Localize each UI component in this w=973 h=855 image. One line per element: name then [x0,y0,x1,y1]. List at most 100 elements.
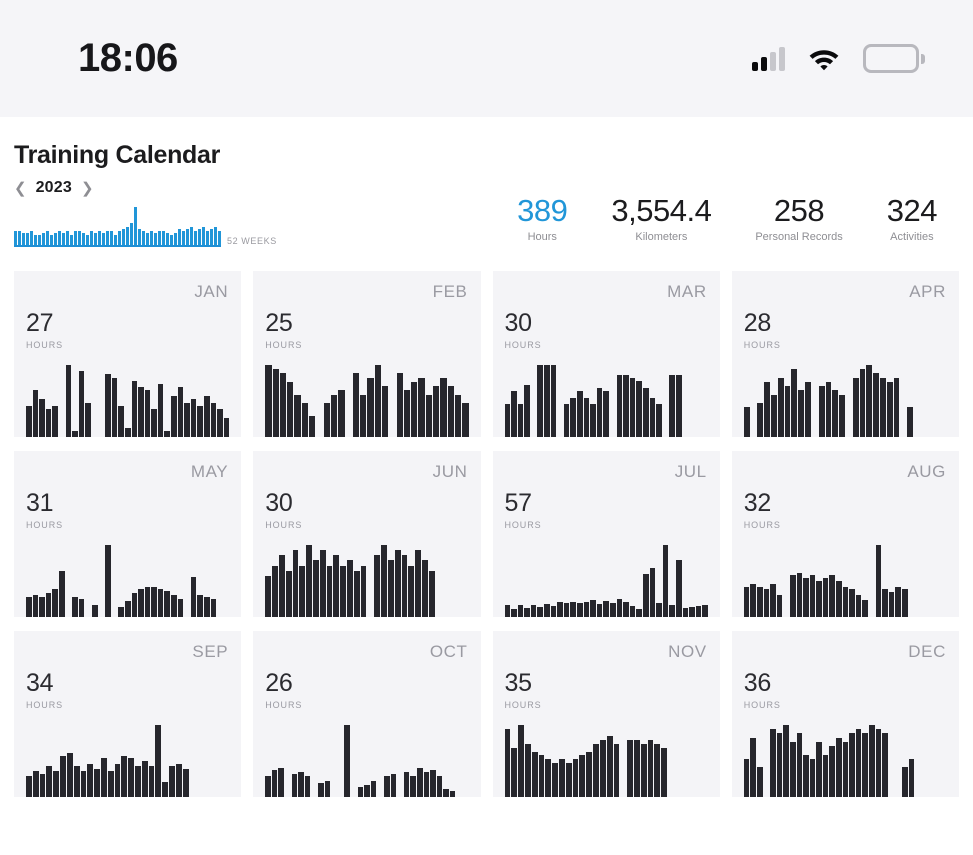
chevron-left-icon[interactable]: ❮ [14,181,27,196]
day-bar [403,390,411,437]
stat-kilometers[interactable]: 3,554.4 Kilometers [589,195,733,243]
day-bar [169,766,175,797]
day-bar [32,595,39,617]
day-bar [550,365,557,437]
month-card-jan[interactable]: JAN 27 HOURS [14,271,242,437]
day-bar [524,607,530,617]
day-bar [577,391,583,437]
day-bar [197,595,204,617]
month-card-sep[interactable]: SEP 34 HOURS [14,631,242,797]
day-bar [770,583,776,617]
month-card-aug[interactable]: AUG 32 HOURS [731,451,959,617]
day-bar [128,758,134,797]
day-bar [114,763,121,797]
week-bar [74,231,77,245]
month-card-dec[interactable]: DEC 36 HOURS [731,631,959,797]
day-bar [78,371,85,437]
day-bar [197,405,204,437]
day-bar [572,759,579,797]
stat-personal-records[interactable]: 258 Personal Records [733,195,864,243]
day-bar [118,405,124,437]
month-daily-chart[interactable] [504,361,708,437]
day-bar [394,550,401,617]
day-bar [577,602,583,617]
day-bar [750,583,756,617]
day-bar [344,725,350,797]
day-bar [570,397,577,437]
weeks-sparkline-chart[interactable] [14,207,221,247]
month-daily-chart[interactable] [743,541,947,617]
day-bar [105,545,111,617]
week-bar [66,231,69,245]
day-bar [421,560,428,617]
day-bar [347,560,353,617]
month-hours-label: HOURS [265,520,303,530]
day-bar [642,387,649,437]
month-card-jul[interactable]: JUL 57 HOURS [492,451,720,617]
day-bar [105,374,111,437]
month-card-oct[interactable]: OCT 26 HOURS [253,631,481,797]
week-bar [206,231,209,245]
day-bar [537,606,544,617]
week-bar [110,231,113,245]
day-bar [65,365,72,437]
day-bar [155,725,162,797]
day-bar [415,550,421,617]
month-daily-chart[interactable] [743,361,947,437]
day-bar [285,570,292,617]
month-card-may[interactable]: MAY 31 HOURS [14,451,242,617]
day-bar [45,593,52,617]
month-daily-chart[interactable] [26,541,229,617]
day-bar [430,770,436,797]
month-daily-chart[interactable] [504,721,708,797]
week-bar [78,231,81,245]
month-card-mar[interactable]: MAR 30 HOURS [492,271,720,437]
month-card-apr[interactable]: APR 28 HOURS [731,271,959,437]
month-daily-chart[interactable] [265,541,468,617]
month-card-feb[interactable]: FEB 25 HOURS [253,271,481,437]
day-bar [204,396,210,437]
month-daily-chart[interactable] [265,361,469,437]
stat-label: Activities [890,231,934,243]
day-bar [433,386,440,437]
day-bar [579,755,586,797]
day-bar [538,755,545,797]
day-bar [623,601,629,617]
day-bar [383,776,390,797]
year-label: 2023 [35,179,72,196]
chevron-right-icon[interactable]: ❯ [81,181,94,196]
month-daily-chart[interactable] [26,721,229,797]
month-daily-chart[interactable] [26,361,230,437]
day-bar [895,586,901,617]
day-bar [825,381,832,437]
week-bar [214,227,217,245]
day-bar [603,600,609,617]
day-bar [171,396,177,437]
month-daily-chart[interactable] [265,721,468,797]
month-card-nov[interactable]: NOV 35 HOURS [492,631,720,797]
day-bar [809,575,816,617]
day-bar [907,407,914,437]
day-bar [45,408,52,437]
day-bar [596,603,603,617]
day-bar [882,589,888,617]
day-bar [689,606,695,617]
day-bar [537,365,544,437]
day-bar [52,405,58,437]
stat-hours[interactable]: 389 Hours [495,195,589,243]
month-daily-chart[interactable] [504,541,708,617]
day-bar [606,736,613,797]
day-bar [279,373,287,437]
week-bar [198,229,201,245]
week-bar [86,235,89,245]
day-bar [563,404,570,437]
day-bar [265,575,272,617]
day-bar [866,365,873,437]
day-bar [869,725,875,797]
day-bar [544,365,550,437]
day-bar [85,402,91,437]
stat-activities[interactable]: 324 Activities [865,195,959,243]
month-daily-chart[interactable] [743,721,947,797]
month-card-jun[interactable]: JUN 30 HOURS [253,451,481,617]
day-bar [138,386,144,437]
